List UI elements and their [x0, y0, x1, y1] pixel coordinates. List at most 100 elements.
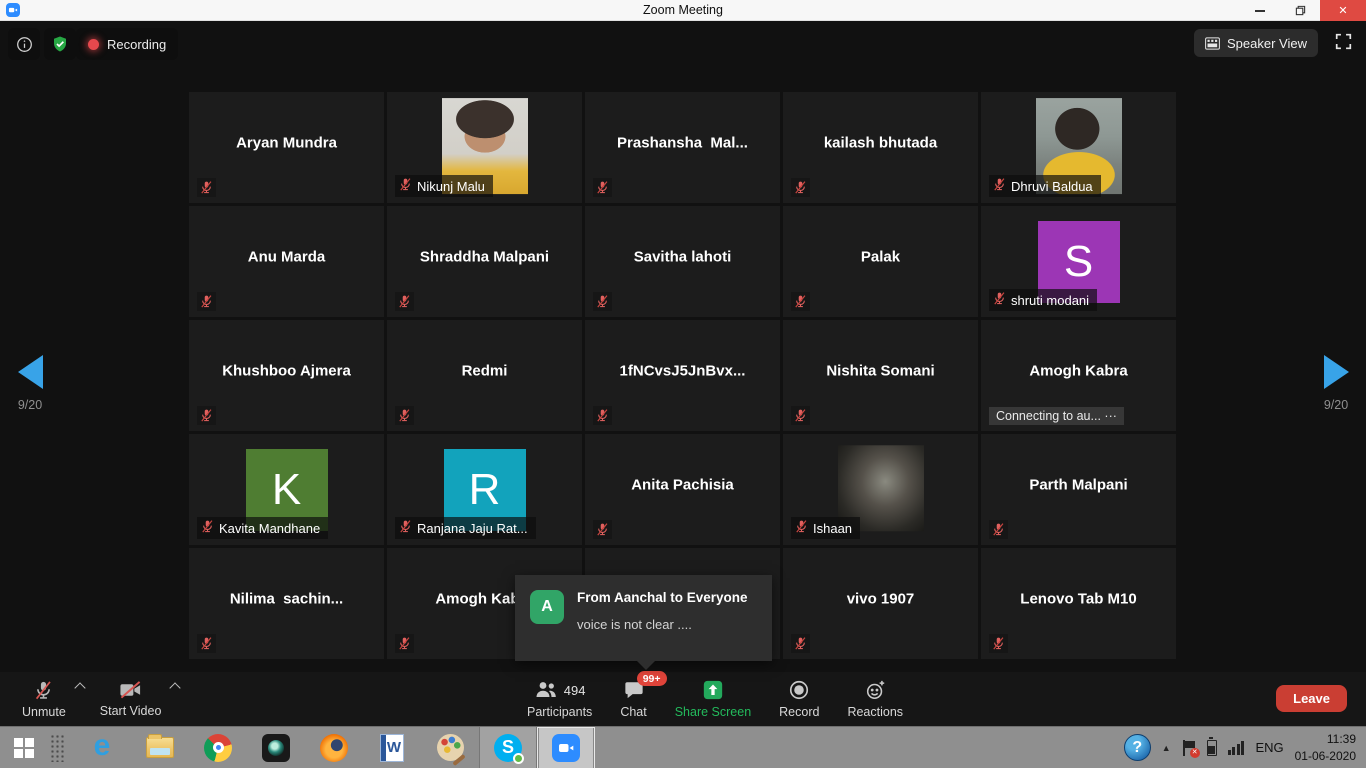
- taskbar-file-explorer-icon[interactable]: [131, 727, 189, 768]
- participant-name: Shraddha Malpani: [387, 249, 582, 266]
- muted-mic-icon: [593, 520, 612, 539]
- muted-mic-icon: [593, 178, 612, 197]
- muted-mic-icon: [791, 292, 810, 311]
- unmute-button[interactable]: Unmute: [16, 672, 72, 726]
- participant-tile[interactable]: Nilima sachin...: [189, 548, 384, 659]
- participant-name: Lenovo Tab M10: [981, 591, 1176, 608]
- participant-tile-footer: [593, 406, 612, 425]
- participant-name-label: Nikunj Malu: [395, 175, 493, 197]
- start-button[interactable]: [0, 727, 48, 768]
- prev-page-button[interactable]: 9/20: [0, 355, 60, 412]
- recording-dot-icon: [88, 39, 99, 50]
- taskbar-firefox-icon[interactable]: [305, 727, 363, 768]
- participant-tile[interactable]: 1fNCvsJ5JnBvx...: [585, 320, 780, 431]
- participant-tile-footer: Kavita Mandhane: [197, 517, 328, 539]
- participant-name: 1fNCvsJ5JnBvx...: [585, 363, 780, 380]
- system-tray: ? ▲ ✕ ENG 11:39 01-06-2020: [1124, 731, 1366, 763]
- participant-tile[interactable]: Shraddha Malpani: [387, 206, 582, 317]
- fullscreen-icon[interactable]: [1335, 33, 1352, 55]
- muted-mic-icon: [989, 634, 1008, 653]
- participant-tile[interactable]: Amogh KabraConnecting to au... ···: [981, 320, 1176, 431]
- battery-icon[interactable]: [1207, 740, 1217, 756]
- chat-label: Chat: [620, 705, 646, 719]
- participant-tile-footer: [989, 520, 1008, 539]
- taskbar-chrome-icon[interactable]: [189, 727, 247, 768]
- participant-name: Nikunj Malu: [417, 179, 485, 194]
- close-button[interactable]: ✕: [1320, 0, 1366, 21]
- participants-button[interactable]: 494 Participants: [521, 672, 598, 726]
- taskbar-word-icon[interactable]: W: [363, 727, 421, 768]
- muted-mic-icon: [197, 292, 216, 311]
- next-page-button[interactable]: 9/20: [1306, 355, 1366, 412]
- participant-name: shruti modani: [1011, 293, 1089, 308]
- participant-name: Prashansha Mal...: [585, 135, 780, 152]
- participant-tile[interactable]: Khushboo Ajmera: [189, 320, 384, 431]
- chat-popup-title: From Aanchal to Everyone: [577, 590, 748, 605]
- participant-tile[interactable]: vivo 1907: [783, 548, 978, 659]
- participant-tile[interactable]: Parth Malpani: [981, 434, 1176, 545]
- meeting-toolbar: Unmute Start Video 494 Participants: [0, 672, 1366, 726]
- clock[interactable]: 11:39 01-06-2020: [1295, 731, 1356, 763]
- muted-mic-icon: [795, 519, 808, 537]
- prev-page-arrow-icon[interactable]: [18, 355, 43, 389]
- participant-tile[interactable]: Palak: [783, 206, 978, 317]
- participant-tile[interactable]: RRanjana Jaju Rat...: [387, 434, 582, 545]
- page-indicator: 9/20: [1324, 398, 1348, 412]
- participant-tile-footer: [791, 634, 810, 653]
- action-center-flag-icon[interactable]: ✕: [1182, 740, 1196, 756]
- participant-tile-footer: shruti modani: [989, 289, 1097, 311]
- participant-tile[interactable]: Sshruti modani: [981, 206, 1176, 317]
- participant-tile-footer: [593, 178, 612, 197]
- participant-tile-footer: [989, 634, 1008, 653]
- start-video-button[interactable]: Start Video: [94, 672, 168, 726]
- windows-logo-icon: [14, 738, 34, 758]
- record-button[interactable]: Record: [773, 672, 825, 726]
- minimize-button[interactable]: [1240, 0, 1280, 21]
- taskbar-zoom-icon[interactable]: [537, 727, 595, 768]
- encryption-shield-icon[interactable]: [44, 28, 76, 60]
- chat-button[interactable]: 99+ Chat: [614, 672, 652, 726]
- next-page-arrow-icon[interactable]: [1324, 355, 1349, 389]
- chat-notification-popup[interactable]: A From Aanchal to Everyone voice is not …: [515, 575, 772, 661]
- restore-button[interactable]: [1280, 0, 1320, 21]
- participant-tile[interactable]: Dhruvi Baldua: [981, 92, 1176, 203]
- audio-options-chevron[interactable]: [74, 682, 85, 693]
- leave-button[interactable]: Leave: [1276, 685, 1347, 712]
- video-options-chevron[interactable]: [170, 682, 181, 693]
- chat-popup-body: From Aanchal to Everyone voice is not cl…: [577, 590, 748, 661]
- participant-tile-footer: Nikunj Malu: [395, 175, 493, 197]
- tray-expand-chevron-icon[interactable]: ▲: [1162, 743, 1171, 753]
- participant-tile[interactable]: Aryan Mundra: [189, 92, 384, 203]
- participant-tile[interactable]: Nikunj Malu: [387, 92, 582, 203]
- taskbar-skype-icon[interactable]: S: [479, 727, 537, 768]
- participant-tile[interactable]: Ishaan: [783, 434, 978, 545]
- participant-tile-footer: [395, 634, 414, 653]
- participant-tile[interactable]: Prashansha Mal...: [585, 92, 780, 203]
- participant-name: Palak: [783, 249, 978, 266]
- taskbar-webcam-app-icon[interactable]: [247, 727, 305, 768]
- participant-tile[interactable]: Anu Marda: [189, 206, 384, 317]
- participant-name-label: Kavita Mandhane: [197, 517, 328, 539]
- participant-tile-footer: [395, 406, 414, 425]
- participant-tile[interactable]: Nishita Somani: [783, 320, 978, 431]
- participant-tile-footer: Connecting to au... ···: [989, 407, 1124, 425]
- chat-sender-avatar: A: [530, 590, 564, 624]
- taskbar-internet-explorer-icon[interactable]: e: [73, 727, 131, 768]
- reactions-button[interactable]: Reactions: [841, 672, 909, 726]
- participant-tile[interactable]: Anita Pachisia: [585, 434, 780, 545]
- participant-tile[interactable]: kailash bhutada: [783, 92, 978, 203]
- network-signal-icon[interactable]: [1228, 740, 1245, 755]
- participant-tile[interactable]: Redmi: [387, 320, 582, 431]
- speaker-view-button[interactable]: Speaker View: [1194, 29, 1318, 57]
- taskbar-grip-icon: [50, 734, 65, 762]
- help-tray-icon[interactable]: ?: [1124, 734, 1151, 761]
- share-screen-button[interactable]: Share Screen: [669, 672, 757, 726]
- muted-mic-icon: [197, 634, 216, 653]
- participant-name: Anu Marda: [189, 249, 384, 266]
- participant-tile[interactable]: KKavita Mandhane: [189, 434, 384, 545]
- participant-tile[interactable]: Lenovo Tab M10: [981, 548, 1176, 659]
- meeting-info-icon[interactable]: [8, 28, 40, 60]
- participant-tile[interactable]: Savitha lahoti: [585, 206, 780, 317]
- taskbar-paint-icon[interactable]: [421, 727, 479, 768]
- language-indicator[interactable]: ENG: [1255, 740, 1283, 755]
